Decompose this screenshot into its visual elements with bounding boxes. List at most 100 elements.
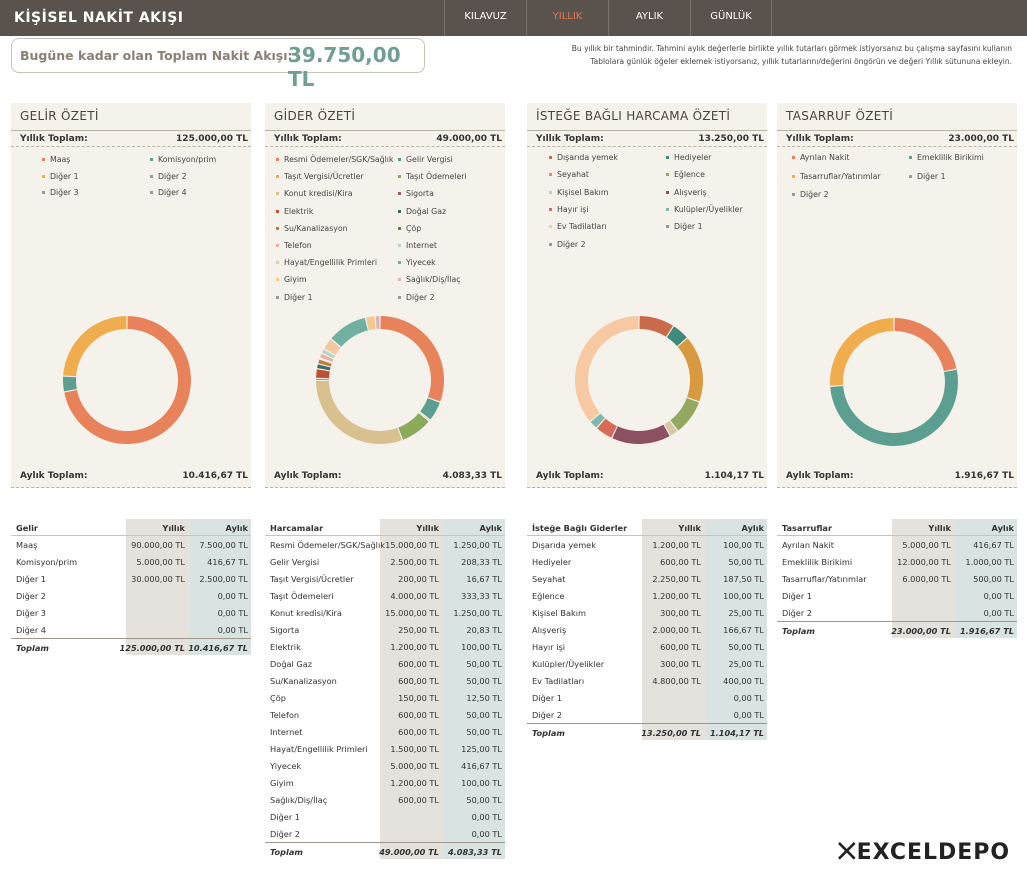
table-row[interactable]: Diğer 1 0,00 TL [265, 808, 505, 825]
row-yearly[interactable]: 2.250,00 TL [652, 574, 701, 584]
table-row[interactable]: Kişisel Bakım 300,00 TL 25,00 TL [527, 604, 767, 621]
row-yearly[interactable]: 300,00 TL [660, 659, 701, 669]
row-yearly[interactable]: 5.000,00 TL [390, 761, 439, 771]
row-monthly: 125,00 TL [461, 744, 502, 754]
tab-kilavuz[interactable]: KILAVUZ [444, 0, 526, 36]
row-yearly[interactable]: 200,00 TL [398, 574, 439, 584]
row-yearly[interactable]: 2.500,00 TL [390, 557, 439, 567]
row-yearly[interactable]: 600,00 TL [398, 676, 439, 686]
table-row[interactable]: Eğlence 1.200,00 TL 100,00 TL [527, 587, 767, 604]
table-row[interactable]: Giyim 1.200,00 TL 100,00 TL [265, 774, 505, 791]
table-row[interactable]: Diğer 2 0,00 TL [527, 706, 767, 723]
table-row[interactable]: Maaş 90.000,00 TL 7.500,00 TL [11, 536, 251, 553]
table-row[interactable]: Hayat/Engellilik Primleri 1.500,00 TL 12… [265, 740, 505, 757]
table-row[interactable]: Taşıt Ödemeleri 4.000,00 TL 333,33 TL [265, 587, 505, 604]
row-name: Eğlence [532, 591, 565, 601]
table-row[interactable]: Su/Kanalizasyon 600,00 TL 50,00 TL [265, 672, 505, 689]
row-yearly[interactable]: 4.800,00 TL [652, 676, 701, 686]
row-yearly[interactable]: 15.000,00 TL [385, 540, 439, 550]
table-row[interactable]: Tasarruflar/Yatırımlar 6.000,00 TL 500,0… [777, 570, 1017, 587]
row-name: Diğer 4 [16, 625, 46, 635]
table-row[interactable]: Seyahat 2.250,00 TL 187,50 TL [527, 570, 767, 587]
row-monthly: 50,00 TL [466, 659, 502, 669]
row-yearly[interactable]: 90.000,00 TL [131, 540, 185, 550]
table-row[interactable]: Diğer 4 0,00 TL [11, 621, 251, 638]
table-row[interactable]: Telefon 600,00 TL 50,00 TL [265, 706, 505, 723]
row-yearly[interactable]: 15.000,00 TL [385, 608, 439, 618]
table-row[interactable]: Diğer 2 0,00 TL [11, 587, 251, 604]
row-yearly[interactable]: 600,00 TL [398, 795, 439, 805]
donut-slice [830, 318, 894, 386]
table-row[interactable]: Diğer 1 0,00 TL [777, 587, 1017, 604]
row-yearly[interactable]: 1.200,00 TL [390, 778, 439, 788]
table-row[interactable]: Taşıt Vergisi/Ücretler 200,00 TL 16,67 T… [265, 570, 505, 587]
table-expense: Harcamalar Yıllık Aylık Resmi Ödemeler/S… [265, 519, 505, 859]
row-yearly[interactable]: 600,00 TL [660, 557, 701, 567]
row-monthly: 50,00 TL [728, 557, 764, 567]
row-monthly: 0,00 TL [733, 693, 764, 703]
table-row[interactable]: Ev Tadilatları 4.800,00 TL 400,00 TL [527, 672, 767, 689]
table-row[interactable]: Hediyeler 600,00 TL 50,00 TL [527, 553, 767, 570]
row-yearly[interactable]: 600,00 TL [398, 659, 439, 669]
table-row[interactable]: Internet 600,00 TL 50,00 TL [265, 723, 505, 740]
tab-gunluk[interactable]: GÜNLÜK [690, 0, 772, 36]
table-row[interactable]: Sağlık/Diş/İlaç 600,00 TL 50,00 TL [265, 791, 505, 808]
table-row[interactable]: Hayır işi 600,00 TL 50,00 TL [527, 638, 767, 655]
table-row[interactable]: Sigorta 250,00 TL 20,83 TL [265, 621, 505, 638]
header-yearly: Yıllık [416, 523, 439, 533]
table-row[interactable]: Diğer 2 0,00 TL [265, 825, 505, 842]
row-monthly: 0,00 TL [983, 591, 1014, 601]
row-yearly[interactable]: 1.500,00 TL [390, 744, 439, 754]
row-yearly[interactable]: 600,00 TL [398, 710, 439, 720]
donut-slice [639, 316, 673, 337]
donut-slice [380, 316, 444, 402]
table-row[interactable]: Kulüpler/Üyelikler 300,00 TL 25,00 TL [527, 655, 767, 672]
row-yearly[interactable]: 1.200,00 TL [390, 642, 439, 652]
table-row[interactable]: Alışveriş 2.000,00 TL 166,67 TL [527, 621, 767, 638]
row-yearly[interactable]: 5.000,00 TL [902, 540, 951, 550]
header-yearly: Yıllık [928, 523, 951, 533]
table-row[interactable]: Komisyon/prim 5.000,00 TL 416,67 TL [11, 553, 251, 570]
table-row[interactable]: Elektrik 1.200,00 TL 100,00 TL [265, 638, 505, 655]
table-row[interactable]: Konut kredisi/Kira 15.000,00 TL 1.250,00… [265, 604, 505, 621]
table-row[interactable]: Yiyecek 5.000,00 TL 416,67 TL [265, 757, 505, 774]
table-row[interactable]: Emeklilik Birikimi 12.000,00 TL 1.000,00… [777, 553, 1017, 570]
table-row[interactable]: Doğal Gaz 600,00 TL 50,00 TL [265, 655, 505, 672]
row-yearly[interactable]: 300,00 TL [660, 608, 701, 618]
table-row[interactable]: Ayrılan Nakit 5.000,00 TL 416,67 TL [777, 536, 1017, 553]
total-label: Toplam [16, 643, 49, 653]
row-monthly: 500,00 TL [973, 574, 1014, 584]
row-yearly[interactable]: 1.200,00 TL [652, 540, 701, 550]
table-row[interactable]: Diğer 3 0,00 TL [11, 604, 251, 621]
row-monthly: 0,00 TL [983, 608, 1014, 618]
row-monthly: 16,67 TL [466, 574, 502, 584]
table-row[interactable]: Dışarıda yemek 1.200,00 TL 100,00 TL [527, 536, 767, 553]
row-yearly[interactable]: 250,00 TL [398, 625, 439, 635]
header-monthly: Aylık [479, 523, 502, 533]
row-yearly[interactable]: 4.000,00 TL [390, 591, 439, 601]
row-yearly[interactable]: 600,00 TL [660, 642, 701, 652]
row-yearly[interactable]: 150,00 TL [398, 693, 439, 703]
tab-aylik[interactable]: AYLIK [608, 0, 690, 36]
row-yearly[interactable]: 12.000,00 TL [897, 557, 951, 567]
table-row[interactable]: Çöp 150,00 TL 12,50 TL [265, 689, 505, 706]
row-yearly[interactable]: 600,00 TL [398, 727, 439, 737]
row-name: Seyahat [532, 574, 566, 584]
row-yearly[interactable]: 30.000,00 TL [131, 574, 185, 584]
table-row[interactable]: Resmi Ödemeler/SGK/Sağlık 15.000,00 TL 1… [265, 536, 505, 553]
table-row[interactable]: Diğer 1 0,00 TL [527, 689, 767, 706]
row-monthly: 333,33 TL [461, 591, 502, 601]
table-row[interactable]: Gelir Vergisi 2.500,00 TL 208,33 TL [265, 553, 505, 570]
tab-yillik[interactable]: YILLIK [526, 0, 608, 36]
row-monthly: 1.250,00 TL [453, 608, 502, 618]
row-name: Diğer 2 [532, 710, 562, 720]
row-yearly[interactable]: 2.000,00 TL [652, 625, 701, 635]
table-row[interactable]: Diğer 1 30.000,00 TL 2.500,00 TL [11, 570, 251, 587]
row-yearly[interactable]: 6.000,00 TL [902, 574, 951, 584]
row-yearly[interactable]: 5.000,00 TL [136, 557, 185, 567]
row-name: Tasarruflar/Yatırımlar [782, 574, 867, 584]
row-monthly: 187,50 TL [723, 574, 764, 584]
table-total-row: Toplam 23.000,00 TL 1.916,67 TL [777, 621, 1017, 638]
table-row[interactable]: Diğer 2 0,00 TL [777, 604, 1017, 621]
row-yearly[interactable]: 1.200,00 TL [652, 591, 701, 601]
